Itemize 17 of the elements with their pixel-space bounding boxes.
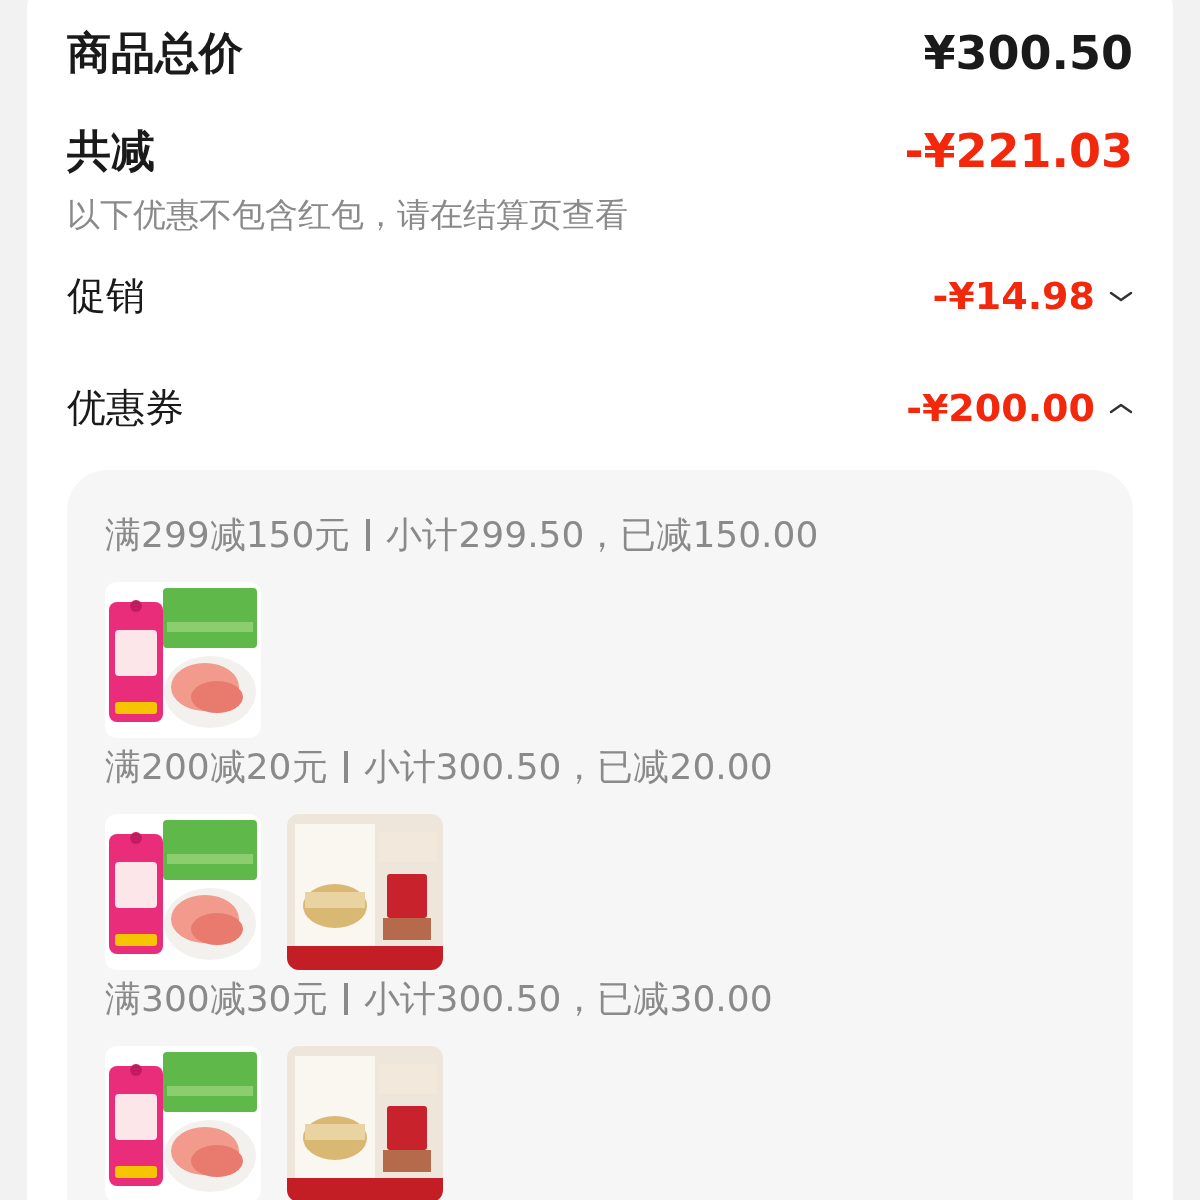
discount-label: 促销 xyxy=(67,272,145,320)
coupon-subtotal: 小计300.50，已减20.00 xyxy=(363,744,773,789)
coupon-subtotal: 小计300.50，已减30.00 xyxy=(363,976,773,1021)
discount-amount: -¥14.98 xyxy=(932,274,1095,318)
discount-note: 以下优惠不包含红包，请在结算页查看 xyxy=(67,194,629,236)
coupon-rule: 满200减20元 xyxy=(105,744,328,789)
chevron-up-icon[interactable] xyxy=(1109,401,1133,415)
summary-label: 共减 xyxy=(67,123,155,178)
summary-label: 商品总价 xyxy=(67,25,243,80)
discount-amount: -¥200.00 xyxy=(906,386,1095,430)
discount-label: 优惠券 xyxy=(67,384,184,432)
summary-amount: -¥221.03 xyxy=(904,124,1133,178)
coupon-subtotal: 小计299.50，已减150.00 xyxy=(386,512,819,557)
summary-amount: ¥300.50 xyxy=(923,26,1133,80)
coupon-rule: 满300减30元 xyxy=(105,976,328,1021)
coupon-rule: 满299减150元 xyxy=(105,512,351,557)
chevron-down-icon[interactable] xyxy=(1109,289,1133,303)
